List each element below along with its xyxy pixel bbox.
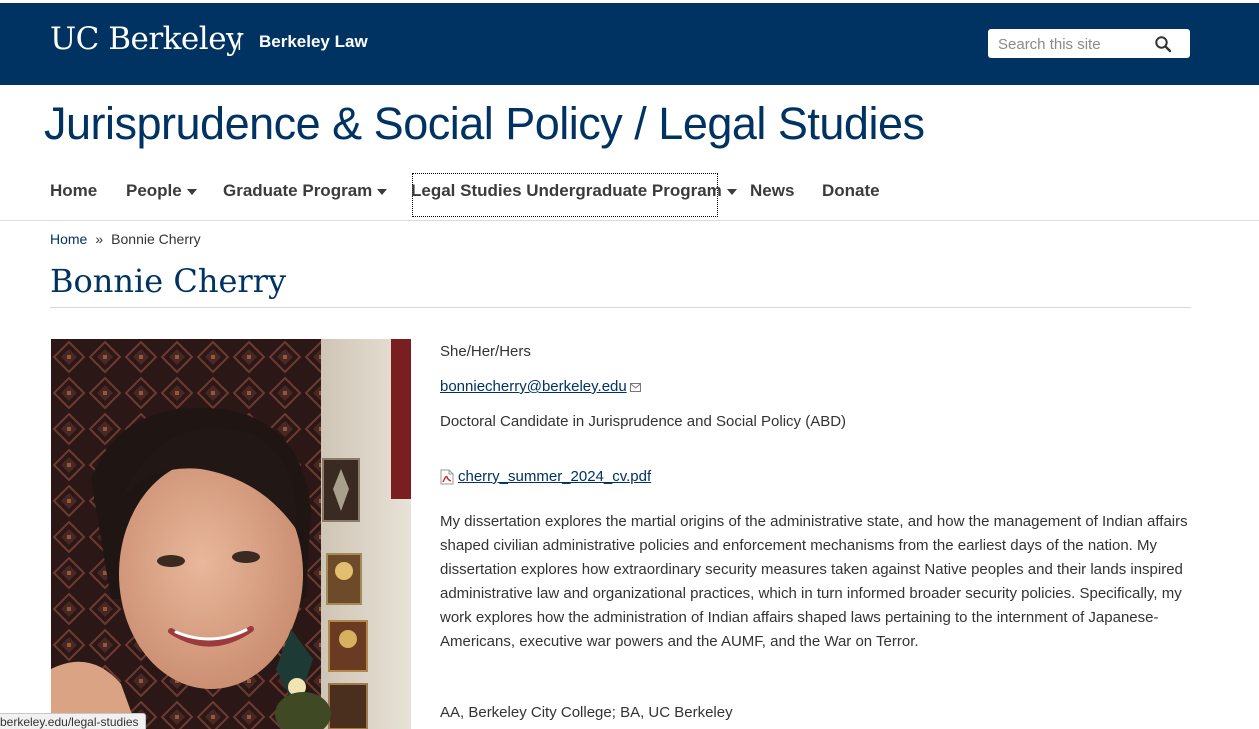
nav-item-people[interactable]: People [126, 181, 197, 201]
caret-down-icon [377, 188, 388, 195]
caret-down-icon [186, 188, 197, 195]
search-icon[interactable] [1154, 35, 1172, 53]
education: AA, Berkeley City College; BA, UC Berkel… [440, 704, 733, 721]
main-nav: Home People Graduate Program Legal Studi… [0, 170, 1259, 221]
caret-down-icon [726, 188, 737, 195]
email-row: bonniecherry@berkeley.edu [440, 378, 641, 395]
role: Doctoral Candidate in Jurisprudence and … [440, 413, 847, 430]
mail-icon [629, 382, 641, 392]
nav-item-legal-studies-undergraduate[interactable]: Legal Studies Undergraduate Program [411, 181, 737, 201]
top-bar: UC Berkeley | Berkeley Law [0, 0, 1259, 85]
profile-photo [51, 339, 411, 729]
berkeley-law-link[interactable]: Berkeley Law [259, 32, 368, 52]
page-title: Bonnie Cherry [50, 262, 287, 300]
nav-item-graduate-program[interactable]: Graduate Program [223, 181, 388, 201]
bio-text: My dissertation explores the martial ori… [440, 513, 1188, 650]
search-input[interactable] [998, 34, 1148, 54]
breadcrumb: Home » Bonnie Cherry [50, 231, 201, 247]
nav-item-news[interactable]: News [750, 181, 794, 201]
nav-item-label: Home [50, 181, 98, 200]
breadcrumb-home-link[interactable]: Home [50, 231, 87, 247]
page: UC Berkeley | Berkeley Law Jurisprudence… [0, 0, 1259, 729]
uc-berkeley-logo[interactable]: UC Berkeley [50, 21, 244, 57]
pronouns: She/Her/Hers [440, 343, 531, 360]
email-link[interactable]: bonniecherry@berkeley.edu [440, 378, 627, 395]
title-divider [50, 307, 1191, 308]
nav-item-label: Legal Studies Undergraduate Program [411, 181, 722, 200]
nav-item-label: People [126, 181, 182, 200]
search-box [988, 29, 1190, 58]
brand-separator: | [237, 30, 242, 50]
nav-item-label: Donate [822, 181, 880, 200]
profile-photo-image [51, 339, 411, 729]
site-title[interactable]: Jurisprudence & Social Policy / Legal St… [44, 98, 925, 150]
cv-file-link[interactable]: cherry_summer_2024_cv.pdf [458, 468, 651, 485]
nav-item-donate[interactable]: Donate [822, 181, 880, 201]
status-bar-url: berkeley.edu/legal-studies [0, 713, 146, 729]
pdf-icon [440, 469, 454, 485]
nav-item-label: News [750, 181, 795, 200]
breadcrumb-separator: » [95, 231, 104, 247]
nav-item-label: Graduate Program [223, 181, 373, 200]
breadcrumb-current: Bonnie Cherry [111, 231, 201, 247]
nav-item-home[interactable]: Home [50, 181, 97, 201]
cv-row: cherry_summer_2024_cv.pdf [440, 468, 651, 485]
